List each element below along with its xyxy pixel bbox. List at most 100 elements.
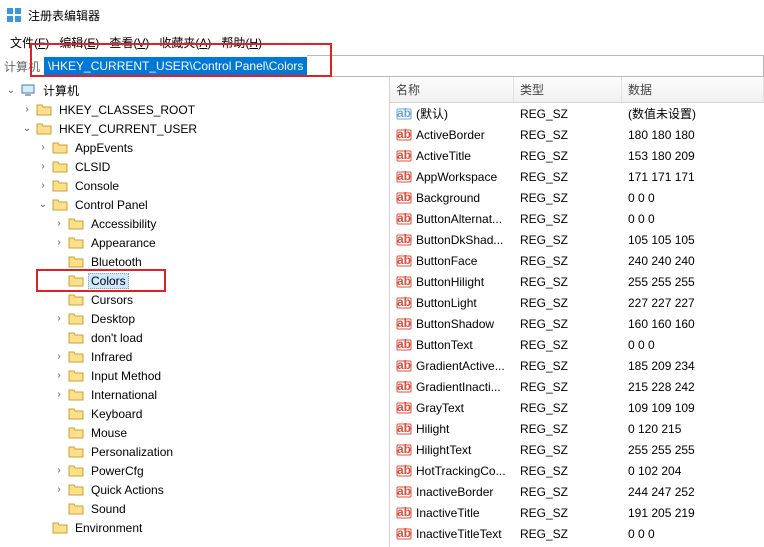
tree-item[interactable]: › Infrared xyxy=(0,347,389,366)
tree-item[interactable]: › Quick Actions xyxy=(0,480,389,499)
col-header-name[interactable]: 名称 xyxy=(390,77,514,102)
tree-item-label[interactable]: Input Method xyxy=(88,368,164,384)
tree-item[interactable]: ⌄ Control Panel xyxy=(0,195,389,214)
expand-icon[interactable]: › xyxy=(36,160,50,174)
tree-item[interactable]: Keyboard xyxy=(0,404,389,423)
menu-a[interactable]: 收藏夹(A) xyxy=(155,32,215,53)
value-row[interactable]: abGrayTextREG_SZ109 109 109 xyxy=(390,397,764,418)
tree-item[interactable]: Mouse xyxy=(0,423,389,442)
tree-item-label[interactable]: AppEvents xyxy=(72,140,136,156)
tree-item-label[interactable]: HKEY_CLASSES_ROOT xyxy=(56,102,198,118)
tree-item[interactable]: Personalization xyxy=(0,442,389,461)
menu-h[interactable]: 帮助(H) xyxy=(217,32,266,53)
value-row[interactable]: abGradientInacti...REG_SZ215 228 242 xyxy=(390,376,764,397)
value-name: ButtonDkShad... xyxy=(416,233,503,247)
collapse-icon[interactable]: ⌄ xyxy=(4,84,18,98)
value-row[interactable]: abButtonAlternat...REG_SZ0 0 0 xyxy=(390,208,764,229)
tree-item-label[interactable]: Console xyxy=(72,178,122,194)
collapse-icon[interactable]: ⌄ xyxy=(20,122,34,136)
tree-item-label[interactable]: Desktop xyxy=(88,311,138,327)
value-row[interactable]: abHotTrackingCo...REG_SZ0 102 204 xyxy=(390,460,764,481)
tree-item[interactable]: › PowerCfg xyxy=(0,461,389,480)
expand-icon[interactable]: › xyxy=(36,179,50,193)
value-row[interactable]: abButtonDkShad...REG_SZ105 105 105 xyxy=(390,229,764,250)
expand-icon[interactable]: › xyxy=(52,388,66,402)
value-row[interactable]: abButtonTextREG_SZ0 0 0 xyxy=(390,334,764,355)
tree-item[interactable]: Colors xyxy=(0,271,389,290)
value-row[interactable]: abActiveTitleREG_SZ153 180 209 xyxy=(390,145,764,166)
tree-item-label[interactable]: CLSID xyxy=(72,159,113,175)
tree-item[interactable]: ⌄ HKEY_CURRENT_USER xyxy=(0,119,389,138)
menu-f[interactable]: 文件(F) xyxy=(6,32,53,53)
tree-item[interactable]: › AppEvents xyxy=(0,138,389,157)
value-row[interactable]: abInactiveTitleTextREG_SZ0 0 0 xyxy=(390,523,764,544)
value-row[interactable]: abButtonHilightREG_SZ255 255 255 xyxy=(390,271,764,292)
expand-icon[interactable]: › xyxy=(36,141,50,155)
expand-icon[interactable]: › xyxy=(52,350,66,364)
tree-item[interactable]: Sound xyxy=(0,499,389,518)
tree-item-label[interactable]: Sound xyxy=(88,501,129,517)
value-row[interactable]: abButtonFaceREG_SZ240 240 240 xyxy=(390,250,764,271)
tree-item-label[interactable]: HKEY_CURRENT_USER xyxy=(56,121,200,137)
tree-item-label[interactable]: Environment xyxy=(72,520,145,536)
collapse-icon[interactable]: ⌄ xyxy=(36,198,50,212)
tree-item-label[interactable]: PowerCfg xyxy=(88,463,147,479)
expand-icon[interactable]: › xyxy=(52,369,66,383)
col-header-data[interactable]: 数据 xyxy=(622,77,764,102)
value-data: 255 255 255 xyxy=(622,443,764,457)
tree-item-label[interactable]: Accessibility xyxy=(88,216,159,232)
tree-item-label[interactable]: Appearance xyxy=(88,235,159,251)
menu-v[interactable]: 查看(V) xyxy=(105,32,153,53)
tree-item-label[interactable]: 计算机 xyxy=(40,81,82,100)
registry-tree[interactable]: ⌄ 计算机 › HKEY_CLASSES_ROOT ⌄ HKEY_CURRENT_USER… xyxy=(0,81,389,537)
tree-item-label[interactable]: Infrared xyxy=(88,349,135,365)
expand-icon[interactable]: › xyxy=(52,312,66,326)
value-row[interactable]: abButtonLightREG_SZ227 227 227 xyxy=(390,292,764,313)
tree-item-label[interactable]: Quick Actions xyxy=(88,482,167,498)
expand-icon[interactable]: › xyxy=(52,483,66,497)
value-row[interactable]: abGradientActive...REG_SZ185 209 234 xyxy=(390,355,764,376)
path-value[interactable]: \HKEY_CURRENT_USER\Control Panel\Colors xyxy=(44,57,307,75)
value-row[interactable]: abBackgroundREG_SZ0 0 0 xyxy=(390,187,764,208)
tree-item[interactable]: › HKEY_CLASSES_ROOT xyxy=(0,100,389,119)
value-row[interactable]: abButtonShadowREG_SZ160 160 160 xyxy=(390,313,764,334)
value-name: GradientActive... xyxy=(416,359,505,373)
tree-item-label[interactable]: Personalization xyxy=(88,444,176,460)
tree-item-label[interactable]: Control Panel xyxy=(72,197,151,213)
tree-item-label[interactable]: International xyxy=(88,387,160,403)
tree-item[interactable]: Cursors xyxy=(0,290,389,309)
tree-item-label[interactable]: Colors xyxy=(88,273,129,289)
path-field-rest[interactable] xyxy=(307,55,764,77)
value-row[interactable]: abHilightREG_SZ0 120 215 xyxy=(390,418,764,439)
tree-item-label[interactable]: don't load xyxy=(88,330,146,346)
tree-item-label[interactable]: Mouse xyxy=(88,425,130,441)
tree-item[interactable]: Environment xyxy=(0,518,389,537)
tree-item[interactable]: › CLSID xyxy=(0,157,389,176)
tree-item[interactable]: Bluetooth xyxy=(0,252,389,271)
tree-item[interactable]: › Desktop xyxy=(0,309,389,328)
value-row[interactable]: abActiveBorderREG_SZ180 180 180 xyxy=(390,124,764,145)
tree-item[interactable]: ⌄ 计算机 xyxy=(0,81,389,100)
tree-item[interactable]: › International xyxy=(0,385,389,404)
tree-item-label[interactable]: Keyboard xyxy=(88,406,145,422)
tree-item[interactable]: › Accessibility xyxy=(0,214,389,233)
menu-e[interactable]: 编辑(E) xyxy=(55,32,103,53)
value-row[interactable]: abHilightTextREG_SZ255 255 255 xyxy=(390,439,764,460)
svg-text:ab: ab xyxy=(397,442,411,456)
tree-item[interactable]: don't load xyxy=(0,328,389,347)
value-row[interactable]: abAppWorkspaceREG_SZ171 171 171 xyxy=(390,166,764,187)
tree-item[interactable]: › Input Method xyxy=(0,366,389,385)
expand-icon[interactable]: › xyxy=(20,103,34,117)
value-row[interactable]: ab(默认)REG_SZ(数值未设置) xyxy=(390,103,764,124)
tree-item-label[interactable]: Cursors xyxy=(88,292,136,308)
tree-item[interactable]: › Appearance xyxy=(0,233,389,252)
values-list[interactable]: 名称 类型 数据 ab(默认)REG_SZ(数值未设置)abActiveBord… xyxy=(390,77,764,547)
expand-icon[interactable]: › xyxy=(52,217,66,231)
value-row[interactable]: abInactiveTitleREG_SZ191 205 219 xyxy=(390,502,764,523)
tree-item[interactable]: › Console xyxy=(0,176,389,195)
expand-icon[interactable]: › xyxy=(52,464,66,478)
tree-item-label[interactable]: Bluetooth xyxy=(88,254,145,270)
expand-icon[interactable]: › xyxy=(52,236,66,250)
value-row[interactable]: abInactiveBorderREG_SZ244 247 252 xyxy=(390,481,764,502)
col-header-type[interactable]: 类型 xyxy=(514,77,622,102)
